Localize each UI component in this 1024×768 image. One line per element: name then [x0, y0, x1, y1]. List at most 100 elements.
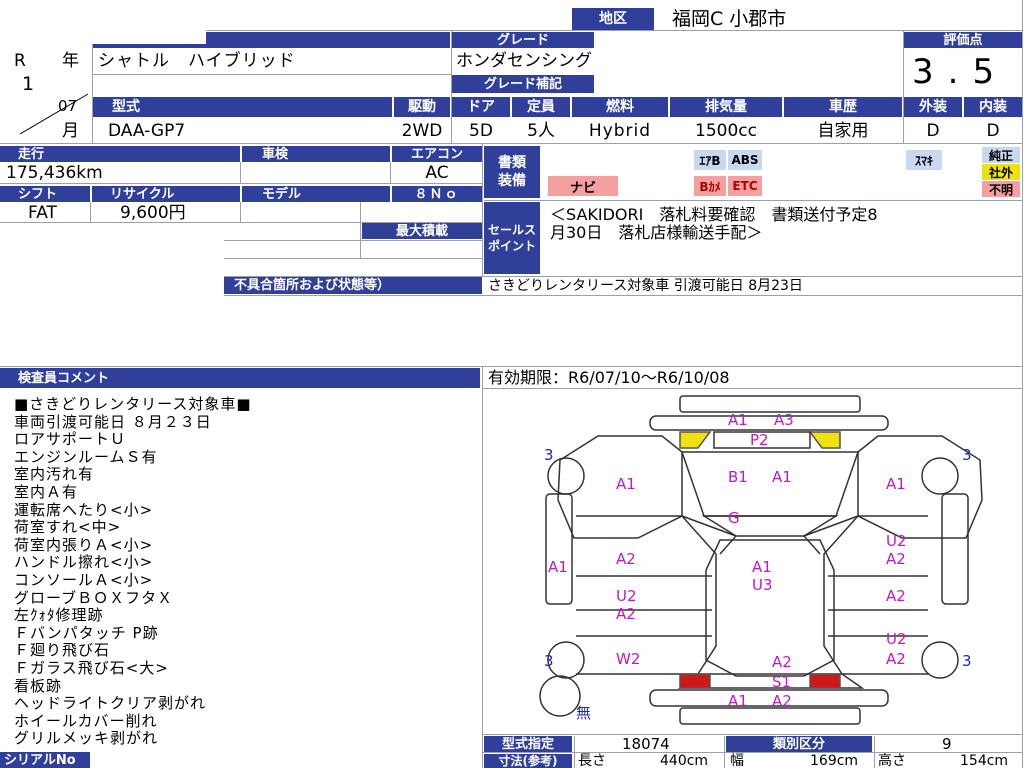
mask-middle-left	[0, 230, 224, 296]
defects-value: さきどりレンタリース対象車 引渡可能日 8月23日	[488, 277, 803, 294]
comment-line: ■さきどりレンタリース対象車■	[14, 395, 252, 413]
spec-doors: 5D	[469, 120, 493, 141]
shift-label: シフト	[0, 186, 90, 202]
length-label: 長さ	[578, 753, 606, 768]
width-label: 幅	[730, 753, 744, 768]
spec-model: DAA-GP7	[108, 120, 186, 141]
mark-wheel-tl: 3	[544, 446, 554, 464]
mark-front-p2: P2	[750, 431, 769, 449]
spec-header-displacement: 排気量	[670, 97, 782, 117]
year-divider	[19, 93, 89, 135]
mark-left-a1: A1	[548, 558, 568, 576]
mark-right-front-a1: A1	[886, 475, 906, 493]
defects-label: 不具合箇所および状態等）	[224, 277, 482, 294]
spec-header-drive: 駆動	[394, 97, 450, 117]
comment-line: 荷室内張りＡ<小>	[14, 535, 154, 554]
type-designation-label: 型式指定	[484, 736, 572, 752]
spec-header-interior: 内装	[964, 97, 1022, 117]
max-load-label: 最大積載	[362, 223, 482, 239]
inspection-label: 車検	[242, 146, 390, 162]
mark-hood-b1: B1	[728, 468, 748, 486]
grade-supplement-label: グレード補記	[452, 75, 594, 93]
grade-value: ホンダセンシング	[456, 50, 592, 71]
mark-front-a1: A1	[728, 411, 748, 429]
validity-period: 有効期限：R6/07/10～R6/10/08	[488, 368, 730, 387]
serial-label: シリアルNo	[0, 752, 90, 768]
spec-capacity: 5人	[527, 120, 555, 141]
comment-line: 室内汚れ有	[14, 465, 95, 484]
comment-line: Ｆガラス飛び石<大>	[14, 658, 169, 677]
era: R	[14, 50, 26, 71]
inspector-comments: ■さきどりレンタリース対象車■ 車両引渡可能日 ８月２３日 ロアサポートＵ エンジンル…	[14, 395, 252, 748]
model-year-value: ８Ｎｏ	[392, 186, 482, 202]
mark-roof-a1: A1	[752, 558, 772, 576]
sales-point-text-2: 月30日 落札店様輸送手配＞	[550, 223, 763, 242]
spec-header-history: 車歴	[784, 97, 902, 117]
spec-header-exterior: 外装	[904, 97, 962, 117]
mark-right-a2-3: A2	[886, 650, 906, 668]
mark-right-u2-2: U2	[886, 630, 907, 648]
inspector-label: 検査員コメント	[0, 368, 480, 388]
width-value: 169cm	[810, 753, 859, 768]
mark-spare: 無	[576, 704, 592, 722]
mileage-label: 走行	[0, 146, 240, 162]
comment-line: グリルメッキ剥がれ	[14, 729, 159, 748]
region-value: 福岡C 小郡市	[672, 7, 787, 30]
spec-interior: D	[986, 120, 1000, 141]
mark-right-a2-1: A2	[886, 550, 906, 568]
grade-label: グレード	[452, 32, 594, 48]
height-value: 154cm	[960, 753, 1009, 768]
mark-roof-u3: U3	[752, 576, 773, 594]
mark-hood-a1: A1	[772, 468, 792, 486]
shift-value: FAT	[28, 202, 57, 223]
score-value: 3.5	[912, 52, 1009, 92]
bcamera-badge: Bｶﾒ	[694, 176, 726, 196]
mark-rear-a2-2: A2	[772, 692, 792, 710]
mileage-value: 175,436km	[6, 162, 103, 183]
unknown-badge: 不明	[982, 181, 1020, 197]
length-value: 440cm	[660, 753, 709, 768]
genuine-badge: 純正	[982, 147, 1020, 163]
aircon-label: エアコン	[392, 146, 482, 162]
spec-header-model: 型式	[92, 97, 392, 117]
navi-badge: ナビ	[548, 176, 618, 196]
category-value: 9	[942, 734, 952, 753]
mark-left-a2-1: A2	[616, 550, 636, 568]
spec-header-doors: ドア	[452, 97, 510, 117]
mark-left-front-a1: A1	[616, 475, 636, 493]
mark-wheel-br: 3	[962, 652, 972, 670]
aircon-value: AC	[425, 162, 449, 183]
mark-left-a2-2: A2	[616, 605, 636, 623]
spec-header-capacity: 定員	[512, 97, 570, 117]
spec-history: 自家用	[817, 120, 869, 141]
comment-line: 室内Ａ有	[14, 482, 79, 501]
mark-right-u2-1: U2	[886, 532, 907, 550]
score-label: 評価点	[904, 32, 1022, 48]
comment-line: 車両引渡可能日 ８月２３日	[14, 412, 212, 431]
comment-line: ヘッドライトクリア剥がれ	[14, 694, 207, 713]
sales-point-label-2: ポイント	[487, 239, 536, 253]
region-label: 地区	[572, 8, 654, 30]
spec-exterior: D	[926, 120, 940, 141]
spec-fuel: Hybrid	[588, 120, 652, 141]
comment-line: 運転席へたり<小>	[14, 500, 154, 519]
sales-point-label: セールス ポイント	[484, 202, 540, 274]
mark-wheel-bl: 3	[544, 652, 554, 670]
aftermarket-badge: 社外	[982, 164, 1020, 180]
comment-line: コンソールＡ<小>	[14, 570, 154, 589]
mark-rear-a1: A1	[728, 692, 748, 710]
recycle-label: リサイクル	[92, 186, 240, 202]
etc-badge: ETC	[728, 176, 762, 196]
sales-point-text-1: ＜SAKIDORI 落札料要確認 書類送付予定8	[550, 205, 878, 224]
documents-label-2: 装備	[498, 173, 526, 189]
comment-line: Ｆ廻り飛び石	[14, 641, 111, 660]
mark-front-a3: A3	[774, 411, 794, 429]
mark-left-w2: W2	[616, 650, 641, 668]
mark-left-u2: U2	[616, 587, 637, 605]
mark-glass-g: G	[728, 509, 740, 527]
mark-wheel-tr: 3	[962, 446, 972, 464]
spec-displacement: 1500cc	[695, 120, 757, 141]
category-label: 類別区分	[726, 736, 872, 752]
recycle-value: 9,600円	[120, 202, 186, 223]
comment-line: 看板跡	[14, 676, 63, 695]
